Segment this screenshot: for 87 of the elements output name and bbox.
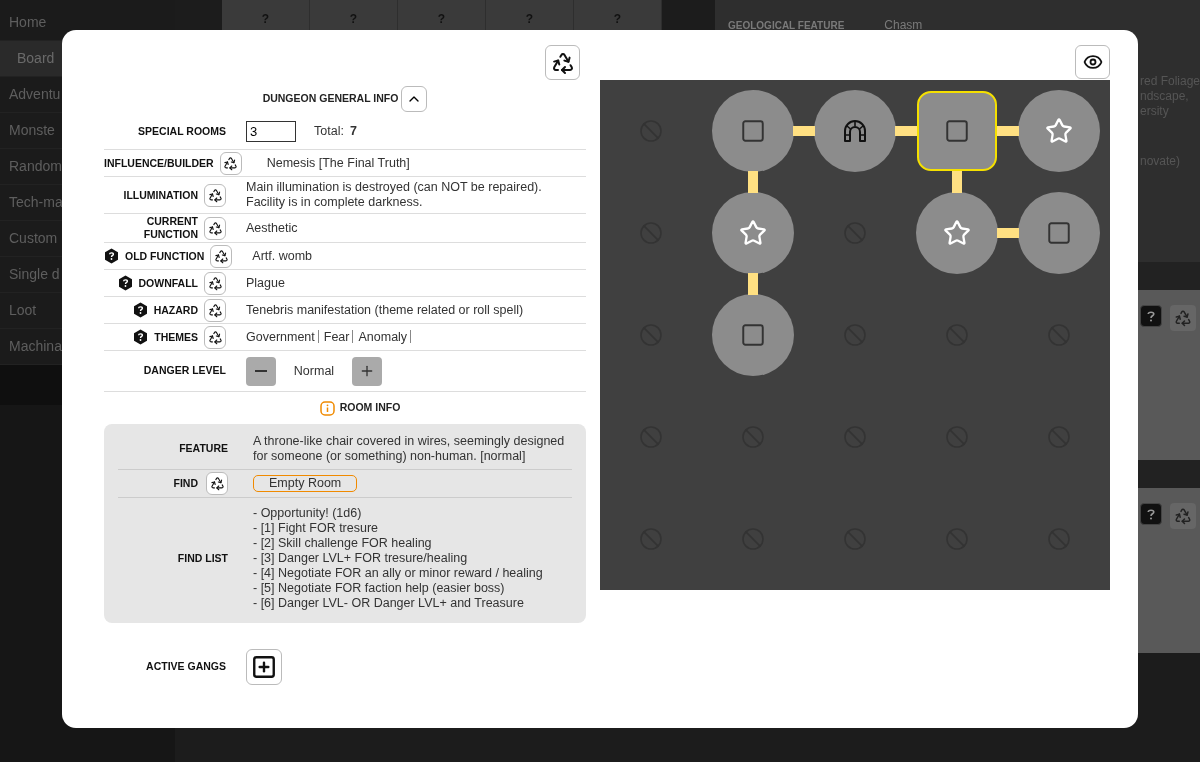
question-icon xyxy=(1140,305,1162,327)
special-rooms-input[interactable]: 3 xyxy=(246,121,296,142)
field-label: OLD FUNCTION xyxy=(125,249,205,263)
recycle-icon xyxy=(213,248,229,264)
minus-icon xyxy=(255,370,267,372)
find-tag: Empty Room xyxy=(253,475,358,492)
field-label: HAZARD xyxy=(153,303,198,317)
recycle-icon xyxy=(223,155,239,171)
section-title: ROOM INFO xyxy=(339,400,401,416)
hexagon-question-icon xyxy=(104,248,119,264)
theme-text: Anomaly xyxy=(358,328,408,346)
square-icon xyxy=(944,118,970,144)
reroll-button[interactable] xyxy=(204,216,226,240)
recycle-icon xyxy=(207,187,223,203)
reroll-button[interactable] xyxy=(210,244,233,268)
reroll-button[interactable] xyxy=(545,45,580,80)
separator-bar xyxy=(352,329,354,343)
field-label: THEMES xyxy=(154,330,198,344)
square-icon xyxy=(1046,220,1072,246)
recycle-icon xyxy=(1170,503,1196,529)
add-gang-button[interactable] xyxy=(246,649,282,685)
field-label: FEATURE xyxy=(179,441,228,457)
field-label: CURRENT FUNCTION xyxy=(142,215,198,241)
list-item: - [1] Fight FOR tresure xyxy=(253,521,380,536)
recycle-icon xyxy=(207,220,223,236)
separator-bar xyxy=(410,329,412,343)
reroll-button[interactable] xyxy=(206,472,228,495)
recycle-icon xyxy=(207,329,223,345)
feature-label: GEOLOGICAL FEATURE xyxy=(728,18,845,33)
list-item: - [3] Danger LVL+ FOR tresure/healing xyxy=(253,551,469,566)
theme-text: Fear xyxy=(323,328,350,346)
recycle-icon xyxy=(550,50,575,75)
reroll-button[interactable] xyxy=(219,151,242,175)
section-title: DUNGEON GENERAL INFO xyxy=(262,91,399,107)
feature-text: A throne-like chair covered in wires, seemingly designed for someone (or something) non-human. [normal] xyxy=(253,434,566,464)
info-icon xyxy=(319,400,335,416)
hexagon-question-icon xyxy=(132,302,148,318)
field-label: FIND LIST xyxy=(177,550,228,566)
view-button[interactable] xyxy=(1075,45,1110,79)
hexagon-question-icon xyxy=(133,329,149,345)
total-value: 7 xyxy=(349,123,357,141)
square-icon xyxy=(740,118,766,144)
star-icon xyxy=(943,219,971,247)
list-item: - [2] Skill challenge FOR healing xyxy=(253,536,433,551)
recycle-icon xyxy=(1170,305,1196,331)
field-label: SPECIAL ROOMS xyxy=(138,123,226,139)
increase-button[interactable] xyxy=(352,356,382,386)
field-label: DANGER LEVEL xyxy=(143,363,226,379)
reroll-button[interactable] xyxy=(204,183,226,207)
theme-text: Government xyxy=(246,328,315,346)
field-label: DOWNFALL xyxy=(138,276,198,290)
reroll-button[interactable] xyxy=(204,298,226,322)
reroll-button[interactable] xyxy=(204,271,226,295)
question-icon xyxy=(1140,503,1162,525)
danger-value: Normal xyxy=(292,362,336,380)
field-value: Main illumination is destroyed (can NOT be repaired). Facility is in complete darkness. xyxy=(246,180,543,210)
total-label: Total: xyxy=(314,123,344,141)
field-label: FIND xyxy=(173,475,198,491)
recycle-icon xyxy=(207,302,223,318)
feature-value: Chasm xyxy=(884,17,923,34)
field-value: Aesthetic xyxy=(246,220,298,236)
eye-icon xyxy=(1082,52,1103,72)
star-icon xyxy=(1045,117,1073,145)
star-icon xyxy=(739,219,767,247)
reroll-button[interactable] xyxy=(204,325,226,349)
plus-square-icon xyxy=(251,654,277,680)
map-room[interactable] xyxy=(917,91,997,171)
list-item: - Opportunity! (1d6) xyxy=(253,506,363,521)
list-item: - [5] Negotiate FOR faction help (easier boss) xyxy=(253,581,506,596)
collapse-button[interactable] xyxy=(401,86,428,112)
field-value: Plague xyxy=(246,275,285,291)
list-item: - [6] Danger LVL- OR Danger LVL+ and Treasure xyxy=(253,596,525,611)
archway-icon xyxy=(843,120,867,142)
field-label: ACTIVE GANGS xyxy=(146,659,226,675)
field-value: Nemesis [The Final Truth] xyxy=(266,155,410,171)
hexagon-question-icon xyxy=(117,275,133,291)
plus-icon xyxy=(359,363,375,379)
field-value: Tenebris manifestation (theme related or roll spell) xyxy=(246,302,524,318)
list-item: - [4] Negotiate FOR an ally or minor reward / healing xyxy=(253,566,543,581)
field-value: Artf. womb xyxy=(252,248,313,264)
recycle-icon xyxy=(209,476,225,491)
decrease-button[interactable] xyxy=(246,356,276,386)
recycle-icon xyxy=(207,275,223,291)
field-label: ILLUMINATION xyxy=(123,188,198,202)
separator-bar xyxy=(317,329,319,343)
field-label: INFLUENCE/BUILDER xyxy=(104,156,214,170)
square-icon xyxy=(740,322,766,348)
